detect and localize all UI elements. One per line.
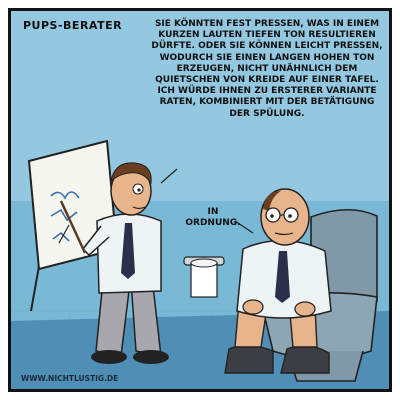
- comic-title: Pups-Berater: [23, 19, 123, 32]
- advisor-speech-text: Sie könnten fest pressen, was in einem k…: [151, 19, 383, 119]
- comic-strip: Pups-Berater Sie könnten fest pressen, w…: [0, 0, 400, 400]
- client-speech-text: In Ordnung.: [185, 207, 241, 228]
- website-credit: www.nichtlustig.de: [21, 374, 119, 383]
- comic-panel: Pups-Berater Sie könnten fest pressen, w…: [8, 8, 392, 392]
